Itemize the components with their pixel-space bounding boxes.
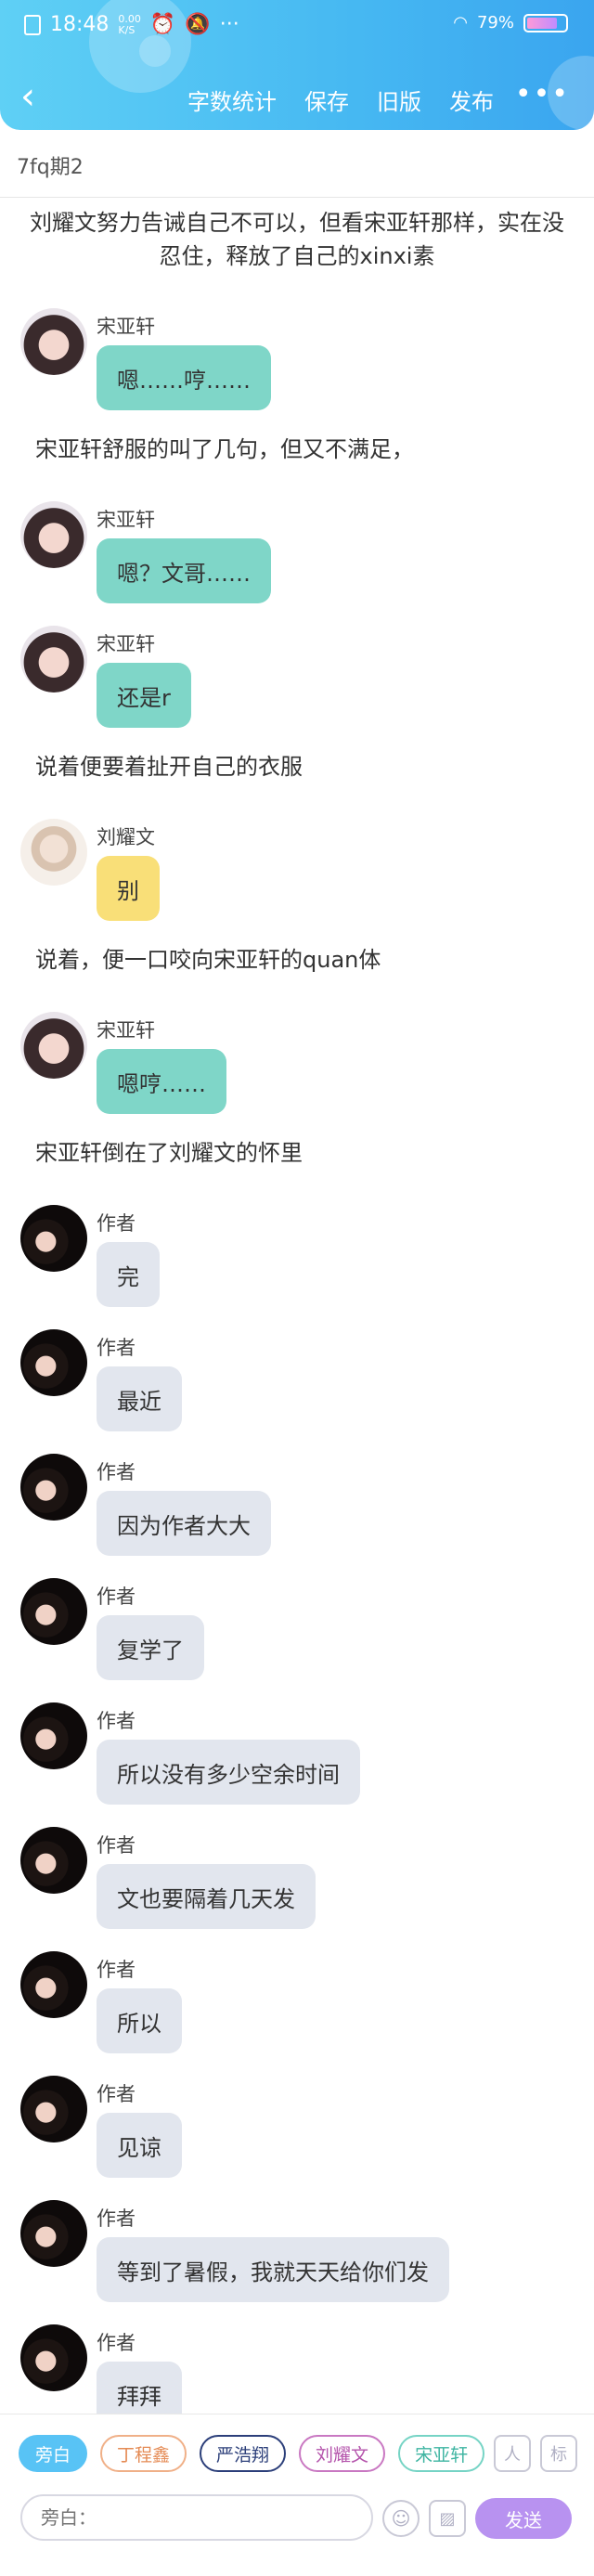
- chat-message[interactable]: 作者 因为作者大大: [0, 1454, 594, 1578]
- message-bubble[interactable]: 因为作者大大: [97, 1491, 271, 1556]
- toolbar: ‹ 字数统计 保存 旧版 发布 •••: [0, 74, 594, 123]
- role-chip[interactable]: 严浩翔: [200, 2435, 287, 2472]
- chat-message[interactable]: 刘耀文 别: [0, 819, 594, 943]
- message-input[interactable]: [20, 2494, 373, 2541]
- role-chip-narrator[interactable]: 旁白: [19, 2435, 88, 2472]
- message-bubble[interactable]: 最近: [97, 1366, 182, 1431]
- role-chip[interactable]: 刘耀文: [299, 2435, 386, 2472]
- battery-icon: [523, 13, 568, 32]
- message-bubble[interactable]: 别: [97, 856, 160, 921]
- message-bubble[interactable]: 完: [97, 1242, 160, 1307]
- battery-level: [527, 17, 557, 29]
- narration-line[interactable]: 说着便要着扯开自己的衣服: [0, 750, 594, 783]
- tag-icon[interactable]: 标: [540, 2435, 577, 2472]
- speaker-name: 作者: [97, 2083, 136, 2105]
- speaker-name: 作者: [97, 1959, 136, 1981]
- chat-message[interactable]: 作者 文也要隔着几天发: [0, 1827, 594, 1951]
- wifi-icon: ◠: [453, 13, 468, 32]
- message-bubble[interactable]: 所以没有多少空余时间: [97, 1740, 360, 1805]
- avatar[interactable]: [20, 2076, 87, 2142]
- chat-message[interactable]: 作者 所以: [0, 1951, 594, 2076]
- app-notification-icon: [24, 14, 41, 35]
- message-bubble[interactable]: 还是r: [97, 663, 191, 728]
- chat-message[interactable]: 宋亚轩 还是r: [0, 626, 594, 750]
- chat-message[interactable]: 作者 完: [0, 1205, 594, 1329]
- alarm-icon: ⏰: [149, 13, 176, 36]
- narration-line[interactable]: 宋亚轩舒服的叫了几句，但又不满足，: [0, 433, 594, 466]
- divider: [0, 197, 594, 198]
- message-bubble[interactable]: 所以: [97, 1988, 182, 2053]
- back-icon[interactable]: ‹: [20, 78, 35, 115]
- chat-message[interactable]: 宋亚轩 嗯？文哥……: [0, 501, 594, 626]
- send-button[interactable]: 发送: [475, 2498, 572, 2539]
- old-version-button[interactable]: 旧版: [377, 84, 421, 116]
- message-bubble[interactable]: 嗯哼……: [97, 1049, 226, 1114]
- save-button[interactable]: 保存: [304, 84, 349, 116]
- avatar[interactable]: [20, 1827, 87, 1894]
- avatar[interactable]: [20, 2200, 87, 2267]
- avatar[interactable]: [20, 819, 87, 886]
- speaker-name: 作者: [97, 2207, 136, 2230]
- speaker-name: 宋亚轩: [97, 633, 155, 655]
- avatar[interactable]: [20, 1702, 87, 1769]
- role-chip[interactable]: 宋亚轩: [398, 2435, 485, 2472]
- more-icon[interactable]: •••: [515, 78, 570, 110]
- avatar[interactable]: [20, 1012, 87, 1079]
- composer-bar: 旁白 丁程鑫 严浩翔 刘耀文 宋亚轩 人 标 ☺ ▨ 发送: [0, 2414, 594, 2576]
- word-count-button[interactable]: 字数统计: [187, 84, 277, 116]
- chat-message[interactable]: 作者 所以没有多少空余时间: [0, 1702, 594, 1827]
- avatar[interactable]: [20, 2324, 87, 2391]
- avatar[interactable]: [20, 501, 87, 568]
- chat-content: 刘耀文努力告诫自己不可以，但看宋亚轩那样，实在没忍住，释放了自己的xinxi素 …: [0, 206, 594, 2449]
- chat-message[interactable]: 宋亚轩 嗯……哼……: [0, 308, 594, 433]
- avatar[interactable]: [20, 1951, 87, 2018]
- role-manage-icon[interactable]: 人: [494, 2435, 531, 2472]
- chat-message[interactable]: 作者 复学了: [0, 1578, 594, 1702]
- role-chip[interactable]: 丁程鑫: [100, 2435, 187, 2472]
- more-notifications: ···: [219, 13, 239, 36]
- avatar[interactable]: [20, 1578, 87, 1645]
- chat-message[interactable]: 作者 见谅: [0, 2076, 594, 2200]
- speaker-name: 作者: [97, 1710, 136, 1732]
- emoji-icon[interactable]: ☺: [382, 2500, 420, 2537]
- narration-line[interactable]: 宋亚轩倒在了刘耀文的怀里: [0, 1136, 594, 1170]
- chat-message[interactable]: 作者 等到了暑假，我就天天给你们发: [0, 2200, 594, 2324]
- app-header: 18:48 0.00 K/S ⏰ 🔕 ··· ◠ 79% ‹ 字数统计 保存 旧…: [0, 0, 594, 130]
- speaker-name: 作者: [97, 2332, 136, 2354]
- message-bubble[interactable]: 嗯……哼……: [97, 345, 271, 410]
- avatar[interactable]: [20, 1454, 87, 1521]
- role-chips: 旁白 丁程鑫 严浩翔 刘耀文 宋亚轩: [19, 2435, 485, 2472]
- silent-icon: 🔕: [185, 13, 211, 36]
- message-bubble[interactable]: 复学了: [97, 1615, 204, 1680]
- speaker-name: 作者: [97, 1586, 136, 1608]
- avatar[interactable]: [20, 1329, 87, 1396]
- avatar[interactable]: [20, 1205, 87, 1272]
- message-bubble[interactable]: 文也要隔着几天发: [97, 1864, 316, 1929]
- status-bar: 18:48 0.00 K/S ⏰ 🔕 ··· ◠ 79%: [0, 0, 594, 52]
- chat-message[interactable]: 作者 最近: [0, 1329, 594, 1454]
- speaker-name: 作者: [97, 1834, 136, 1857]
- narration-line[interactable]: 说着，便一口咬向宋亚轩的quan体: [0, 943, 594, 977]
- speaker-name: 作者: [97, 1212, 136, 1235]
- speaker-name: 宋亚轩: [97, 1019, 155, 1042]
- publish-button[interactable]: 发布: [449, 84, 494, 116]
- avatar[interactable]: [20, 308, 87, 375]
- speaker-name: 作者: [97, 1461, 136, 1483]
- battery-percent: 79%: [476, 13, 514, 32]
- narration-line[interactable]: 刘耀文努力告诫自己不可以，但看宋亚轩那样，实在没忍住，释放了自己的xinxi素: [0, 206, 594, 273]
- message-bubble[interactable]: 等到了暑假，我就天天给你们发: [97, 2237, 449, 2302]
- speaker-name: 宋亚轩: [97, 509, 155, 531]
- speaker-name: 刘耀文: [97, 826, 155, 848]
- speaker-name: 作者: [97, 1337, 136, 1359]
- network-speed: 0.00 K/S: [118, 12, 141, 36]
- chapter-title[interactable]: 7fq期2: [17, 150, 84, 180]
- status-time: 18:48: [50, 13, 110, 36]
- message-bubble[interactable]: 见谅: [97, 2113, 182, 2178]
- message-bubble[interactable]: 嗯？文哥……: [97, 538, 271, 603]
- speaker-name: 宋亚轩: [97, 316, 155, 338]
- avatar[interactable]: [20, 626, 87, 693]
- chat-message[interactable]: 宋亚轩 嗯哼……: [0, 1012, 594, 1136]
- image-icon[interactable]: ▨: [429, 2500, 466, 2537]
